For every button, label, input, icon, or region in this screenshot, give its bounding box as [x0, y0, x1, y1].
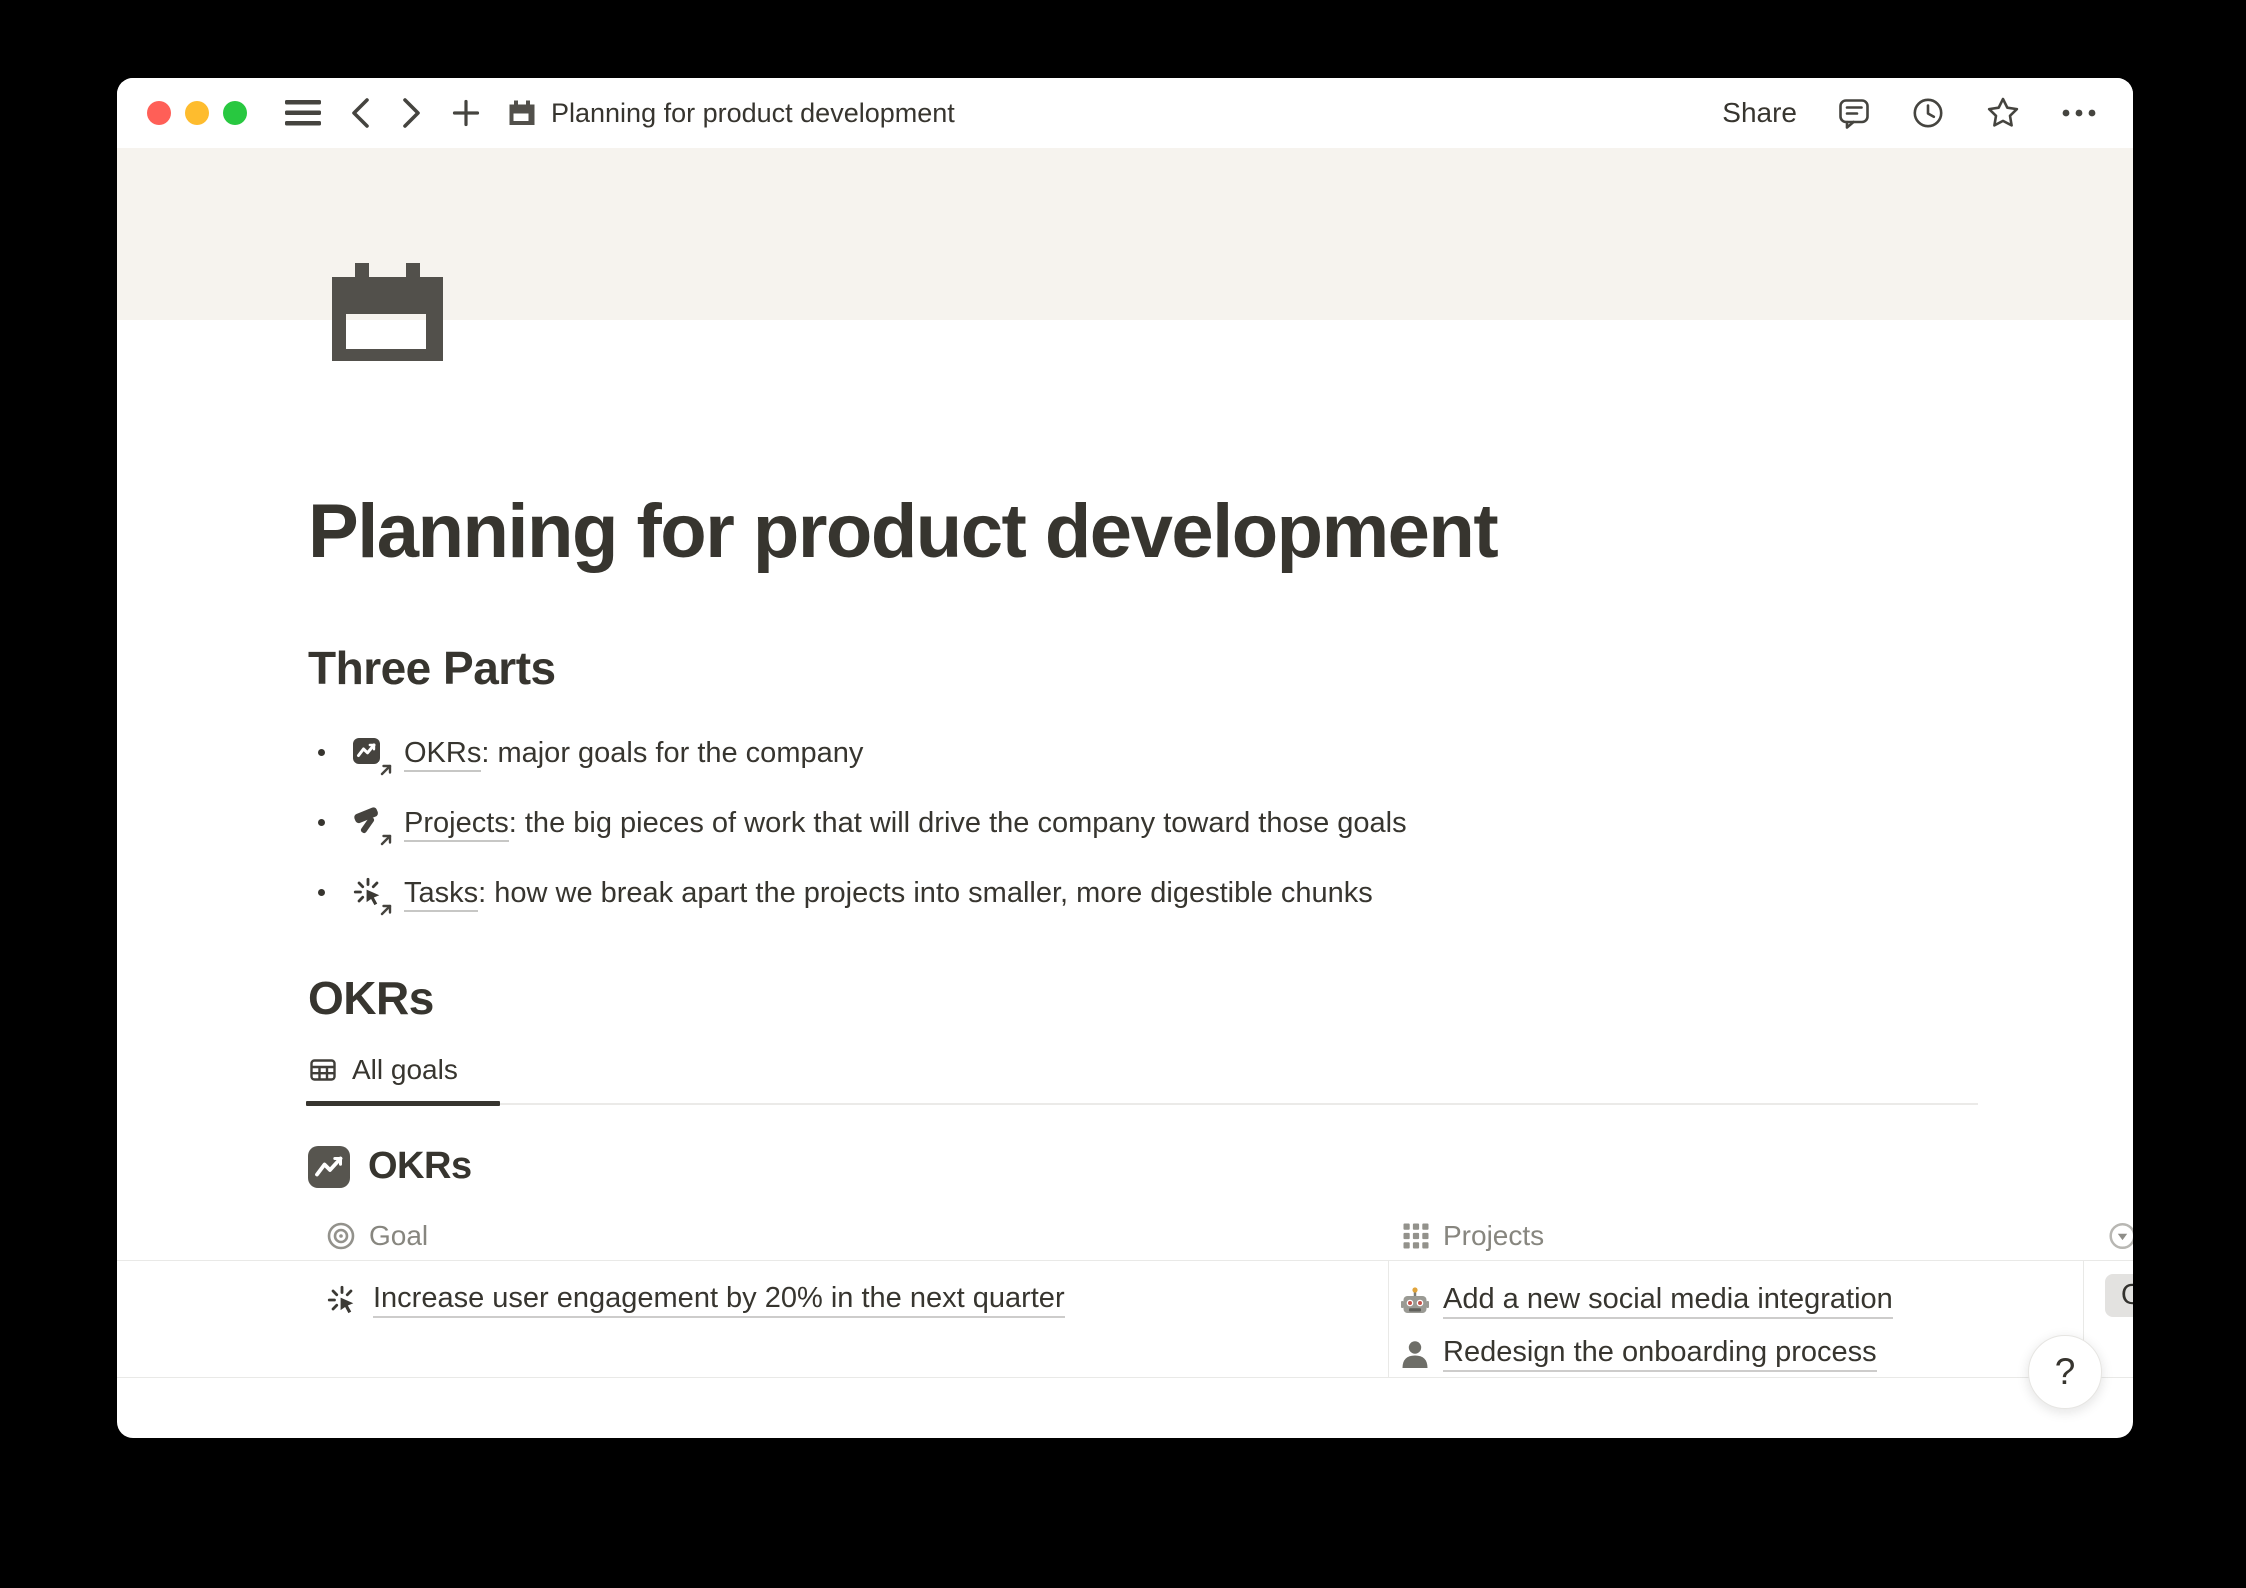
comments-icon[interactable]: [1837, 96, 1871, 130]
page-calendar-icon[interactable]: [328, 253, 447, 365]
notion-window: Planning for product development Share P…: [117, 78, 2133, 1438]
project-page-link[interactable]: Add a new social media integration: [1443, 1283, 1893, 1319]
hamburger-icon[interactable]: [285, 100, 321, 126]
tab-all-goals[interactable]: All goals: [352, 1054, 458, 1086]
forward-icon[interactable]: [399, 96, 425, 130]
bullet-text: Tasks: how we break apart the projects i…: [404, 871, 1373, 915]
okrs-page-link[interactable]: OKRs: [404, 737, 481, 772]
bullet-text: OKRs: major goals for the company: [404, 731, 863, 775]
bullet-marker: [318, 749, 325, 756]
table-view-icon: [308, 1055, 338, 1085]
bullet-rest: : major goals for the company: [481, 737, 863, 769]
active-tab-underline: [306, 1101, 500, 1106]
tabs-divider-line: [308, 1103, 1978, 1105]
desktop: { "colors": { "cover": "#f6f3ee", "text"…: [0, 0, 2246, 1588]
help-button[interactable]: ?: [2028, 1335, 2102, 1409]
table-header-row: Goal Projects: [117, 1212, 2133, 1261]
target-icon: [326, 1221, 356, 1251]
database-title[interactable]: OKRs: [368, 1145, 472, 1188]
bullet-marker: [318, 889, 325, 896]
bullet-marker: [318, 819, 325, 826]
project-relation-item: Redesign the onboarding process: [1400, 1334, 1893, 1374]
click-icon: [326, 1284, 358, 1316]
close-window-button[interactable]: [147, 101, 171, 125]
page-link-arrow-icon: [378, 832, 394, 848]
page-link-arrow-icon: [378, 762, 394, 778]
grid-icon: [1402, 1222, 1430, 1250]
hidden-columns-toggle-icon[interactable]: [2109, 1222, 2133, 1249]
hammer-page-icon: [352, 806, 386, 840]
toolbar: Planning for product development Share: [117, 78, 2133, 148]
bullet-rest: : how we break apart the projects into s…: [478, 877, 1373, 909]
calendar-icon: [507, 98, 537, 128]
bullet-text: Projects: the big pieces of work that wi…: [404, 801, 1407, 845]
list-item: OKRs: major goals for the company: [308, 723, 2133, 783]
column-header-goal[interactable]: Goal: [326, 1220, 428, 1252]
chart-page-icon: [352, 736, 386, 770]
person-emoji: [1400, 1339, 1430, 1369]
robot-emoji: [1400, 1286, 1430, 1316]
toolbar-right: Share: [1722, 95, 2097, 131]
list-item: Projects: the big pieces of work that wi…: [308, 793, 2133, 853]
column-header-projects[interactable]: Projects: [1402, 1220, 1544, 1252]
column-divider: [1388, 1261, 1389, 1377]
database-view-tabs: All goals: [308, 1048, 2133, 1092]
breadcrumb[interactable]: Planning for product development: [507, 98, 955, 129]
zoom-window-button[interactable]: [223, 101, 247, 125]
toolbar-page-title: Planning for product development: [551, 98, 955, 129]
back-icon[interactable]: [347, 96, 373, 130]
column-header-label: Goal: [369, 1220, 428, 1252]
table-row: Increase user engagement by 20% in the n…: [117, 1261, 2133, 1378]
tabs-divider: [308, 1101, 2133, 1106]
toolbar-left: Planning for product development: [147, 96, 955, 130]
bullet-rest: : the big pieces of work that will drive…: [509, 807, 1407, 839]
projects-page-link[interactable]: Projects: [404, 807, 509, 842]
tasks-page-link[interactable]: Tasks: [404, 877, 478, 912]
minimize-window-button[interactable]: [185, 101, 209, 125]
page-content: Planning for product development Three P…: [117, 488, 2133, 1378]
new-tab-icon[interactable]: [451, 98, 481, 128]
list-item: Tasks: how we break apart the projects i…: [308, 863, 2133, 923]
click-page-icon: [352, 876, 386, 910]
projects-cell: Add a new social media integration Redes…: [1400, 1281, 1893, 1374]
share-button[interactable]: Share: [1722, 97, 1797, 129]
column-header-label: Projects: [1443, 1220, 1544, 1252]
page-link-arrow-icon: [378, 902, 394, 918]
project-relation-item: Add a new social media integration: [1400, 1281, 1893, 1321]
database-title-row: OKRs: [308, 1146, 2133, 1188]
okrs-heading[interactable]: OKRs: [308, 971, 2133, 1026]
project-page-link[interactable]: Redesign the onboarding process: [1443, 1336, 1877, 1372]
chart-db-icon: [308, 1146, 350, 1188]
goal-cell: Increase user engagement by 20% in the n…: [326, 1282, 1065, 1318]
traffic-lights: [147, 101, 247, 125]
more-icon[interactable]: [2061, 108, 2097, 118]
history-icon[interactable]: [1911, 96, 1945, 130]
three-parts-list: OKRs: major goals for the company Projec…: [308, 723, 2133, 923]
status-cell[interactable]: O: [2105, 1274, 2133, 1317]
status-badge[interactable]: O: [2105, 1274, 2133, 1317]
favorite-icon[interactable]: [1985, 95, 2021, 131]
page-title[interactable]: Planning for product development: [308, 488, 2133, 575]
three-parts-heading[interactable]: Three Parts: [308, 641, 2133, 696]
goal-page-link[interactable]: Increase user engagement by 20% in the n…: [373, 1282, 1065, 1318]
